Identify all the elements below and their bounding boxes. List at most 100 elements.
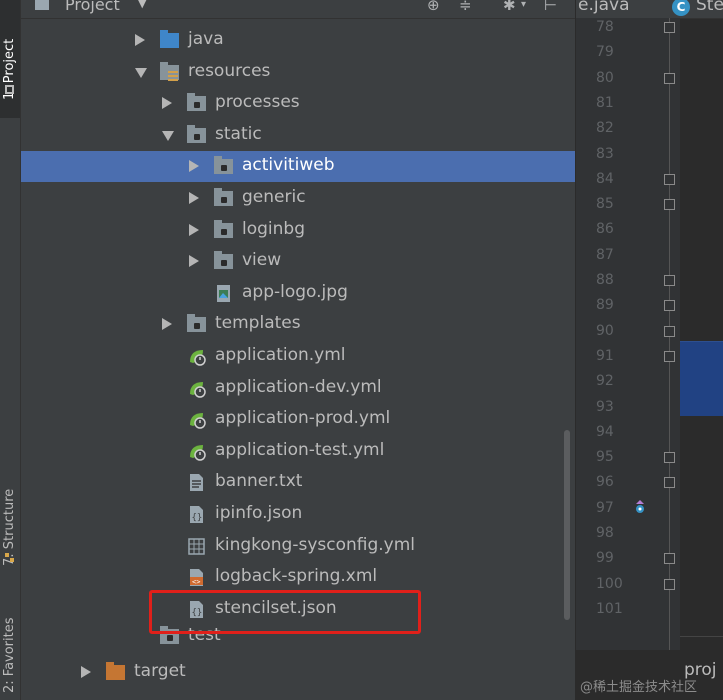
editor-tab-bar: e.java C Ste — [576, 0, 723, 19]
view-dropdown-chevron-down-icon[interactable]: ▼ — [138, 0, 146, 10]
tree-item-label: banner.txt — [215, 471, 303, 492]
chevron-down-icon[interactable] — [135, 67, 147, 78]
tree-row-logback-spring-xml[interactable]: <> logback-spring.xml — [21, 562, 575, 593]
text-file-icon — [187, 473, 206, 492]
favorites-tab-label: 2: Favorites — [2, 617, 17, 693]
fold-marker-icon[interactable] — [664, 300, 675, 312]
tree-row-processes[interactable]: processes — [21, 88, 575, 119]
line-number: 87 — [596, 246, 614, 263]
fold-marker-icon[interactable] — [664, 199, 675, 211]
xml-file-icon: <> — [187, 568, 206, 587]
locate-target-icon[interactable]: ⊕ — [427, 0, 440, 14]
tree-row-banner-txt[interactable]: banner.txt — [21, 467, 575, 498]
chevron-down-icon[interactable] — [162, 130, 174, 141]
editor-divider — [680, 636, 723, 637]
fold-marker-icon[interactable] — [664, 275, 675, 286]
project-tab-icon — [5, 85, 14, 94]
tree-row-ipinfo-json[interactable]: {} ipinfo.json — [21, 499, 575, 530]
favorites-tool-tab[interactable]: 2: Favorites — [0, 595, 20, 695]
settings-chevron-down-icon[interactable]: ▾ — [521, 0, 526, 10]
tree-item-label: activitiweb — [242, 155, 335, 176]
tree-item-label: target — [134, 661, 186, 681]
fold-marker-icon[interactable] — [664, 72, 675, 84]
tree-item-label: loginbg — [242, 218, 305, 239]
fold-marker-icon[interactable] — [664, 22, 675, 33]
tree-row-application-yml[interactable]: application.yml — [21, 341, 575, 372]
tree-row-templates[interactable]: templates — [21, 309, 575, 340]
fold-marker-icon[interactable] — [664, 553, 675, 565]
folder-icon — [187, 124, 206, 143]
tree-row-activitiweb[interactable]: activitiweb — [21, 151, 575, 183]
tree-row-application-test-yml[interactable]: application-test.yml — [21, 436, 575, 467]
tree-item-label: processes — [215, 92, 300, 113]
line-number: 91 — [596, 347, 614, 364]
fold-marker-icon[interactable] — [664, 452, 675, 464]
chevron-right-icon[interactable] — [189, 192, 199, 204]
project-folder-icon — [35, 0, 49, 10]
line-number: 93 — [596, 398, 614, 415]
tree-item-label: templates — [215, 313, 301, 334]
tree-row-view[interactable]: view — [21, 246, 575, 277]
chevron-right-icon[interactable] — [189, 160, 199, 173]
tree-row-target[interactable]: target — [21, 657, 575, 688]
tree-row-generic[interactable]: generic — [21, 183, 575, 214]
tree-row-app-logo-jpg[interactable]: app-logo.jpg — [21, 278, 575, 309]
tree-row-application-dev-yml[interactable]: application-dev.yml — [21, 373, 575, 404]
line-number: 85 — [596, 196, 614, 213]
tree-item-label: static — [215, 123, 262, 144]
folder-blue-icon — [160, 30, 179, 48]
chevron-right-icon[interactable] — [135, 34, 145, 46]
line-number: 84 — [596, 170, 614, 187]
fold-marker-icon[interactable] — [664, 325, 675, 337]
folder-icon — [214, 251, 233, 270]
tree-row-kingkong-sysconfig-yml[interactable]: kingkong-sysconfig.yml — [21, 531, 575, 562]
editor-tab-java[interactable]: e.java — [578, 0, 629, 15]
chevron-right-icon[interactable] — [189, 223, 199, 236]
fold-marker-icon[interactable] — [664, 350, 675, 362]
tree-row-application-prod-yml[interactable]: application-prod.yml — [21, 404, 575, 435]
folder-icon — [187, 314, 206, 333]
watermark-text: @稀土掘金技术社区 — [580, 680, 698, 695]
table-file-icon — [187, 537, 206, 555]
tree-item-label: resources — [188, 60, 271, 81]
chevron-right-icon[interactable] — [162, 318, 172, 331]
chevron-right-icon[interactable] — [81, 666, 91, 678]
tree-item-label: java — [188, 29, 224, 49]
hide-panel-icon[interactable]: ⊢ — [544, 0, 557, 14]
line-number: 82 — [596, 120, 614, 137]
panel-title[interactable]: Project — [65, 0, 120, 14]
spring-config-icon — [187, 347, 206, 366]
override-marker-icon[interactable] — [634, 500, 646, 514]
spring-config-icon — [187, 379, 206, 398]
project-panel-toolbar: Project ▼ ⊕ ≑ ✱ ▾ ⊢ — [21, 0, 575, 19]
project-tool-tab[interactable]: 1: Project — [0, 0, 20, 118]
selected-code-block — [680, 341, 723, 416]
tree-row-static[interactable]: static — [21, 120, 575, 151]
line-number: 78 — [596, 19, 614, 35]
tree-item-label: application-prod.yml — [215, 408, 391, 429]
chevron-right-icon[interactable] — [189, 255, 199, 268]
fold-marker-icon[interactable] — [664, 578, 675, 590]
editor-tab-stencil[interactable]: Ste — [696, 0, 723, 15]
fold-marker-icon[interactable] — [664, 477, 675, 489]
selection-edge — [680, 341, 723, 342]
collapse-all-icon[interactable]: ≑ — [459, 0, 472, 14]
image-file-icon — [214, 284, 233, 302]
line-number: 95 — [596, 449, 614, 466]
fold-marker-icon[interactable] — [664, 173, 675, 185]
chevron-right-icon[interactable] — [162, 97, 172, 110]
svg-text:<>: <> — [192, 578, 200, 586]
folder-orange-icon — [106, 662, 125, 680]
resources-folder-icon — [160, 61, 179, 81]
structure-tool-tab[interactable]: 7: Structure — [0, 448, 20, 568]
folder-icon — [214, 156, 233, 175]
tool-window-strip: 1: Project 7: Structure 2: Favorites — [0, 0, 21, 700]
svg-text:{}: {} — [192, 513, 203, 523]
tree-row-java[interactable]: java — [21, 25, 575, 56]
tree-row-resources[interactable]: resources — [21, 57, 575, 88]
tree-row-loginbg[interactable]: loginbg — [21, 215, 575, 246]
code-editor: e.java C Ste 78 79 80 81 82 83 84 85 86 87 88 89 90 9… — [576, 0, 723, 700]
gear-icon[interactable]: ✱ — [503, 0, 516, 14]
tree-scrollbar[interactable] — [564, 430, 570, 620]
tree-item-label: application-dev.yml — [215, 376, 382, 397]
